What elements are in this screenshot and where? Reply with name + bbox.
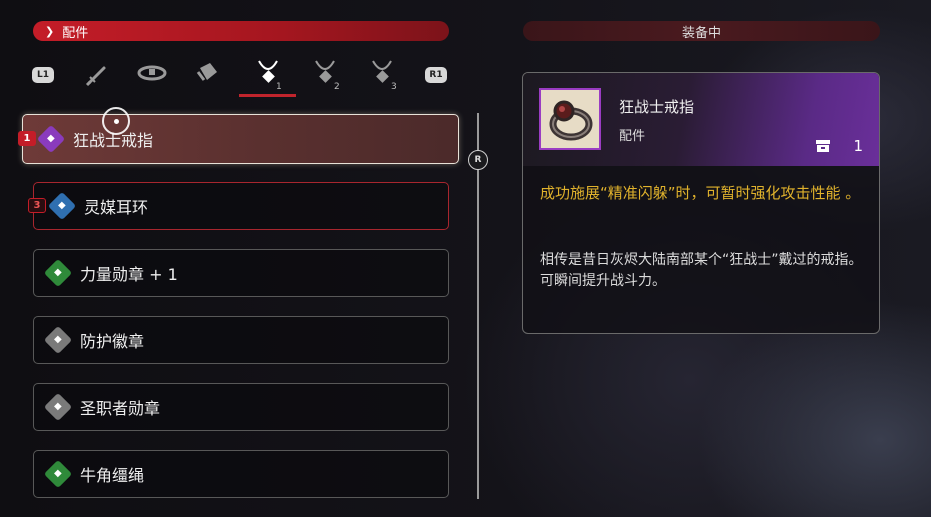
cursor-reticle <box>102 107 130 135</box>
tab-number: 1 <box>276 82 282 92</box>
ring-icon <box>549 100 593 141</box>
item-detail-panel: 狂战士戒指 配件 1 成功施展“精准闪躲”时，可暂时强化攻击性能 。 相传是昔日… <box>522 72 880 334</box>
belt-icon <box>137 65 167 81</box>
owned-count-value: 1 <box>853 137 863 155</box>
item-label: 牛角缰绳 <box>80 466 145 485</box>
lore-line: 可瞬间提升战斗力。 <box>540 273 666 289</box>
item-lore-text: 相传是昔日灰烬大陆南部某个“狂战士”戴过的戒指。 可瞬间提升战斗力。 <box>540 250 870 292</box>
lore-line: 相传是昔日灰烬大陆南部某个“狂战士”戴过的戒指。 <box>540 252 863 268</box>
necklace-icon: ◆ <box>43 325 73 355</box>
chevron-right-icon: ❯ <box>45 24 55 38</box>
tab-number: 2 <box>334 82 340 92</box>
storage-box-icon <box>816 140 831 152</box>
sword-icon <box>85 66 106 87</box>
necklace-icon: ◆ <box>43 459 73 489</box>
scrollbar-track[interactable] <box>477 113 479 499</box>
necklace-icon: ◆ <box>43 392 73 422</box>
detail-item-category: 配件 <box>619 129 646 144</box>
active-tab-indicator <box>239 94 296 97</box>
necklace-icon: ◆ <box>47 191 77 221</box>
equipped-slot-badge: 3 <box>28 198 46 213</box>
scrollbar-r-button[interactable]: R <box>468 150 488 170</box>
item-label: 防护徽章 <box>80 332 145 351</box>
equipped-header: 装备中 <box>523 21 880 41</box>
necklace-icon: ◆ <box>36 124 66 154</box>
tab-weapon[interactable] <box>79 57 115 93</box>
detail-item-name: 狂战士戒指 <box>619 98 695 116</box>
category-header: ❯ 配件 <box>33 21 449 41</box>
list-item-strength-medal[interactable]: ◆ 力量勋章 + 1 <box>33 249 449 297</box>
tab-belt[interactable] <box>134 54 170 90</box>
list-item-guard-badge[interactable]: ◆ 防护徽章 <box>33 316 449 364</box>
tab-gauntlet[interactable] <box>190 54 226 90</box>
category-title: 配件 <box>62 25 89 41</box>
necklace-icon: ◆ <box>43 258 73 288</box>
list-item-horn-reins[interactable]: ◆ 牛角缰绳 <box>33 450 449 498</box>
equipped-title: 装备中 <box>681 25 721 41</box>
r1-button-hint[interactable]: R1 <box>425 67 447 83</box>
list-item-cleric-medal[interactable]: ◆ 圣职者勋章 <box>33 383 449 431</box>
item-effect-text: 成功施展“精准闪躲”时，可暂时强化攻击性能 。 <box>540 184 861 202</box>
equipped-slot-badge: 1 <box>18 131 36 146</box>
list-item-medium-earring[interactable]: ◆ 灵媒耳环 <box>33 182 449 230</box>
item-label: 力量勋章 + 1 <box>80 265 178 284</box>
l1-button-hint[interactable]: L1 <box>32 67 54 83</box>
gauntlet-icon <box>196 63 217 81</box>
owned-count: 1 <box>815 137 863 155</box>
tab-number: 3 <box>391 82 397 92</box>
item-label: 灵媒耳环 <box>84 198 149 217</box>
list-item-berserker-ring[interactable]: ◆ 狂战士戒指 <box>22 114 459 164</box>
item-label: 圣职者勋章 <box>80 399 161 418</box>
ring-thumbnail <box>539 88 601 150</box>
